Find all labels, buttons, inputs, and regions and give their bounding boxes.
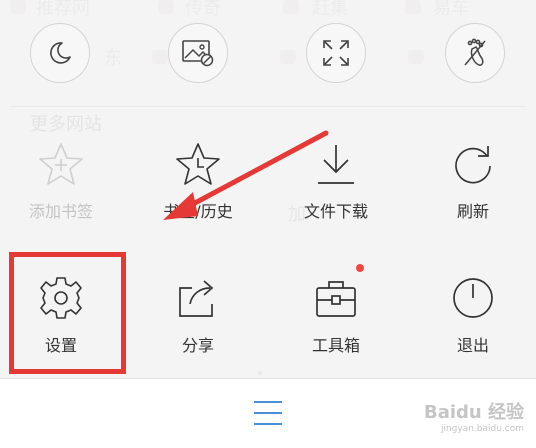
watermark: Baidu 经验 jingyan.baidu.com xyxy=(424,398,524,434)
watermark-brand: Baidu 经验 xyxy=(423,402,524,423)
watermark-url: jingyan.baidu.com xyxy=(440,424,524,434)
hamburger-menu-icon[interactable] xyxy=(254,401,282,427)
